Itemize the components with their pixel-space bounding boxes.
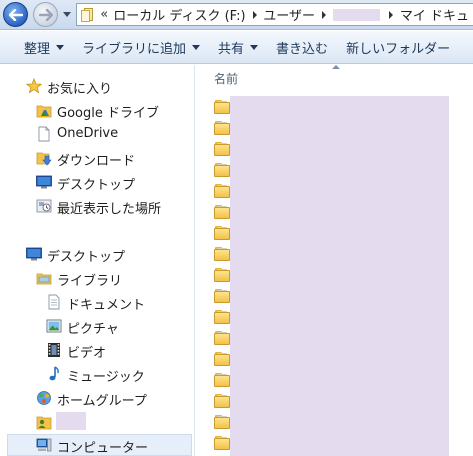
- nav-desktop-label: デスクトップ: [47, 250, 126, 265]
- desktop-icon: [26, 247, 42, 261]
- nav-documents[interactable]: ドキュメント: [0, 291, 194, 313]
- new-folder-label: 新しいフォルダー: [346, 41, 451, 57]
- address-overflow-chevron[interactable]: «: [100, 7, 108, 22]
- breadcrumb-separator-icon[interactable]: [321, 10, 327, 19]
- user-folder-icon: [36, 416, 52, 430]
- google-drive-folder-icon: [36, 105, 52, 118]
- add-to-library-button[interactable]: ライブラリに追加: [73, 35, 209, 60]
- nav-recent-places-label: 最近表示した場所: [57, 202, 162, 217]
- add-to-library-label: ライブラリに追加: [82, 41, 187, 57]
- address-field[interactable]: « ローカル ディスク (F:) ユーザー マイ ドキュ: [76, 3, 473, 26]
- nav-desktop-favorite-label: デスクトップ: [57, 178, 136, 193]
- nav-downloads-label: ダウンロード: [57, 154, 136, 169]
- documents-icon: [48, 294, 60, 310]
- nav-onedrive[interactable]: OneDrive: [0, 123, 194, 145]
- nav-libraries[interactable]: ライブラリ: [0, 267, 194, 289]
- folder-icon: [214, 372, 230, 387]
- breadcrumb-username-redacted[interactable]: [332, 8, 381, 21]
- folder-icon: [214, 330, 230, 345]
- nav-desktop[interactable]: デスクトップ: [0, 243, 194, 265]
- column-header-name[interactable]: 名前: [195, 65, 473, 90]
- nav-computer[interactable]: コンピューター: [7, 434, 192, 456]
- nav-pictures-label: ピクチャ: [67, 322, 119, 337]
- folder-icon: [214, 183, 230, 198]
- nav-homegroup-label: ホームグループ: [57, 394, 147, 409]
- folder-icon: [214, 99, 230, 114]
- nav-documents-label: ドキュメント: [67, 298, 146, 313]
- chevron-down-icon: [250, 44, 259, 50]
- folder-icon: [214, 246, 230, 261]
- folder-icon: [214, 435, 230, 450]
- file-names-redacted: [230, 96, 449, 456]
- burn-label: 書き込む: [276, 41, 329, 57]
- nav-google-drive-label: Google ドライブ: [57, 106, 159, 121]
- burn-button[interactable]: 書き込む: [267, 35, 337, 60]
- folder-icon: [214, 393, 230, 408]
- nav-favorites[interactable]: お気に入り: [0, 75, 194, 97]
- videos-icon: [48, 343, 60, 357]
- nav-pictures[interactable]: ピクチャ: [0, 315, 194, 337]
- nav-onedrive-label: OneDrive: [57, 126, 119, 141]
- username-redacted: [56, 412, 86, 430]
- organize-label: 整理: [24, 41, 51, 57]
- nav-desktop-favorite[interactable]: デスクトップ: [0, 171, 194, 193]
- nav-recent-places[interactable]: 最近表示した場所: [0, 195, 194, 217]
- breadcrumb-separator-icon[interactable]: [252, 10, 258, 19]
- library-icon: [36, 273, 52, 285]
- nav-google-drive[interactable]: Google ドライブ: [0, 99, 194, 121]
- recent-pages-dropdown[interactable]: [62, 10, 71, 19]
- downloads-folder-icon: [36, 152, 52, 166]
- breadcrumb-separator-icon[interactable]: [388, 10, 394, 19]
- organize-button[interactable]: 整理: [0, 35, 73, 60]
- file-list: 名前: [195, 65, 473, 456]
- sort-ascending-icon: [332, 65, 340, 69]
- folder-icon: [214, 225, 230, 240]
- pictures-icon: [46, 319, 62, 333]
- back-arrow-icon: [8, 8, 23, 21]
- star-icon: [26, 78, 42, 94]
- forward-arrow-icon: [38, 8, 53, 21]
- breadcrumb-drive[interactable]: ローカル ディスク (F:): [113, 5, 245, 24]
- chevron-down-icon: [56, 44, 65, 50]
- nav-computer-label: コンピューター: [57, 441, 149, 456]
- nav-videos-label: ビデオ: [67, 346, 107, 361]
- desktop-icon: [36, 175, 52, 189]
- new-folder-button[interactable]: 新しいフォルダー: [337, 35, 459, 60]
- chevron-down-icon: [62, 12, 71, 17]
- nav-videos[interactable]: ビデオ: [0, 339, 194, 361]
- address-bar-strip: « ローカル ディスク (F:) ユーザー マイ ドキュ: [0, 0, 473, 30]
- document-icon: [38, 126, 50, 142]
- nav-music[interactable]: ミュージック: [0, 363, 194, 385]
- breadcrumb-users[interactable]: ユーザー: [263, 5, 315, 24]
- share-button[interactable]: 共有: [209, 35, 267, 60]
- nav-music-label: ミュージック: [67, 370, 145, 385]
- folder-icon: [214, 162, 230, 177]
- folder-icon: [214, 351, 230, 366]
- folder-icon: [214, 414, 230, 429]
- folder-icon: [214, 204, 230, 219]
- music-note-icon: [49, 366, 59, 381]
- chevron-down-icon: [192, 44, 201, 50]
- recent-places-icon: [36, 199, 52, 213]
- back-button[interactable]: [3, 2, 28, 27]
- homegroup-icon: [37, 391, 51, 405]
- folder-location-icon: [81, 7, 94, 23]
- nav-downloads[interactable]: ダウンロード: [0, 147, 194, 169]
- forward-button[interactable]: [33, 2, 58, 27]
- nav-libraries-label: ライブラリ: [57, 274, 123, 289]
- folder-icon: [214, 120, 230, 135]
- nav-homegroup[interactable]: ホームグループ: [0, 387, 194, 409]
- computer-icon: [36, 438, 52, 452]
- folder-icon: [214, 309, 230, 324]
- share-label: 共有: [218, 41, 245, 57]
- nav-user-account[interactable]: [0, 411, 194, 433]
- nav-favorites-label: お気に入り: [47, 82, 113, 97]
- folder-icon: [214, 267, 230, 282]
- column-header-name-label: 名前: [214, 72, 239, 86]
- breadcrumb-documents[interactable]: マイ ドキュ: [400, 5, 469, 24]
- folder-icon: [214, 288, 230, 303]
- navigation-pane: お気に入り Google ドライブ OneDrive ダウンロード デスクトップ: [0, 65, 194, 456]
- command-bar: 整理 ライブラリに追加 共有 書き込む 新しいフォルダー: [0, 31, 473, 64]
- folder-icon: [214, 141, 230, 156]
